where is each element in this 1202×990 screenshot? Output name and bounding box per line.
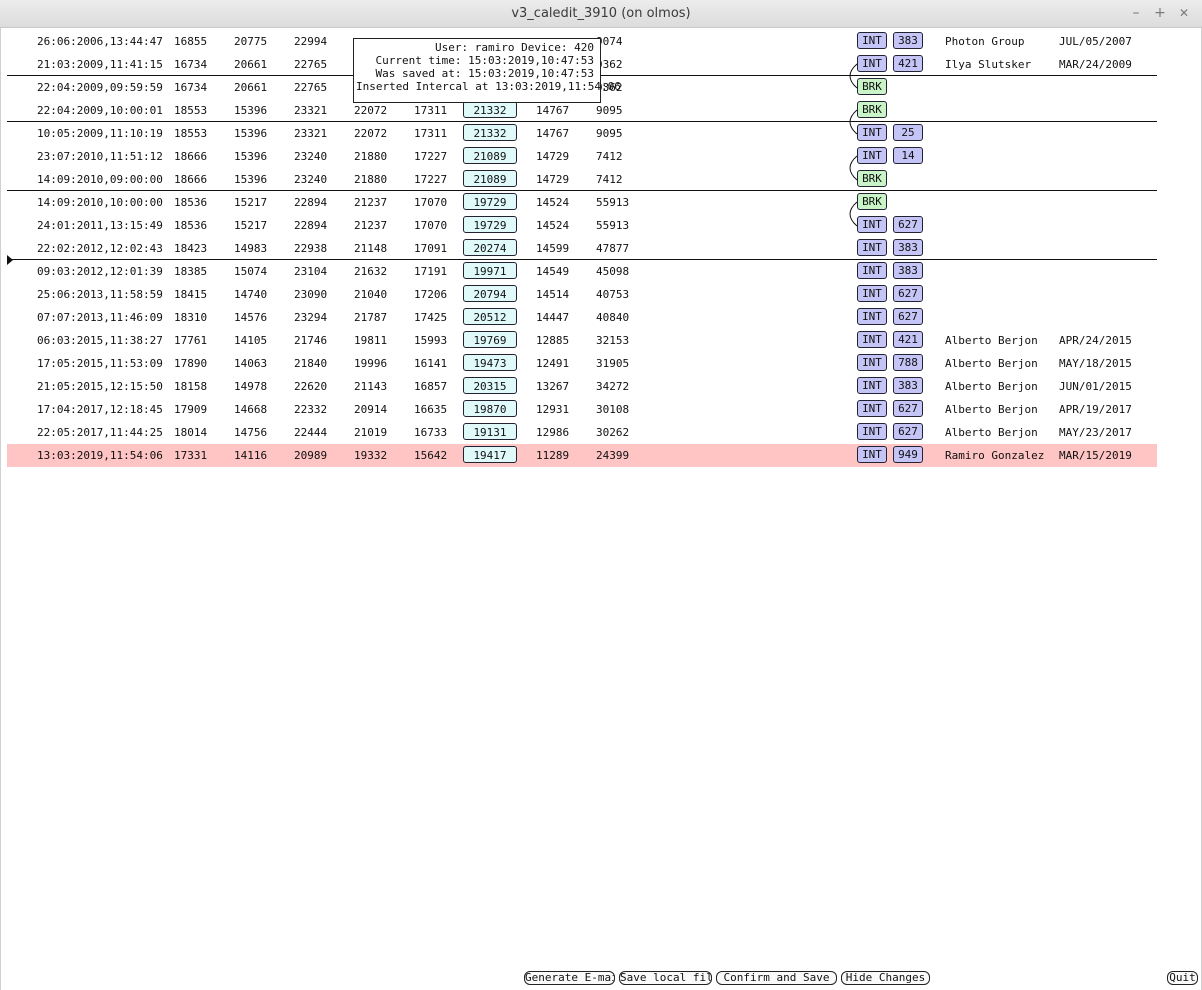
minimize-icon[interactable]: – [1128,5,1144,21]
generate-email-button[interactable]: Generate E-mail [524,971,615,985]
hide-changes-button[interactable]: Hide Changes [841,971,930,985]
save-local-file-button[interactable]: Save local file [619,971,712,985]
window-title: v3_caledit_3910 (on olmos) [511,6,691,21]
link-arc [849,63,858,89]
maximize-icon[interactable]: + [1152,5,1168,21]
quit-button[interactable]: Quit [1167,971,1198,985]
link-arc [849,109,858,135]
link-arc [849,155,858,181]
tooltip-saved-at: Was saved at: 15:03:2019,10:47:53 [375,67,594,80]
confirm-and-save-button[interactable]: Confirm and Save [716,971,837,985]
tooltip-current-time: Current time: 15:03:2019,10:47:53 [375,54,594,67]
close-icon[interactable]: ✕ [1176,5,1192,21]
link-arc [849,201,858,227]
tooltip-inserted-at: Inserted Intercal at 13:03:2019,11:54:06 [356,80,621,93]
tooltip-user-device: User: ramiro Device: 420 [435,41,594,54]
calibration-table-area: 26:06:2006,13:44:47 16855 20775 22994 9074 Ph… [0,28,1202,990]
link-connectors [849,63,858,227]
info-tooltip: User: ramiro Device: 420 Current time: 1… [353,38,621,103]
window-titlebar: v3_caledit_3910 (on olmos) – + ✕ [0,0,1202,28]
